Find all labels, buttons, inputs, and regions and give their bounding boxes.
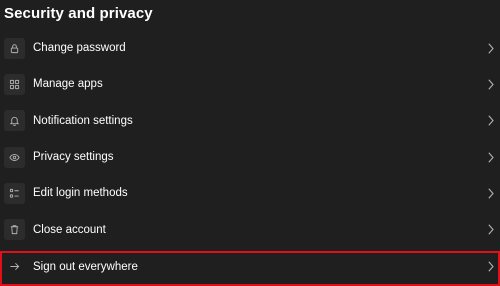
lock-icon <box>4 37 25 59</box>
menu-item-edit-login-methods[interactable]: Edit login methods <box>0 175 500 211</box>
chevron-right-icon <box>487 115 495 127</box>
chevron-right-icon <box>487 187 495 199</box>
menu-item-label: Privacy settings <box>33 151 114 164</box>
apps-grid-icon <box>4 73 25 95</box>
menu-item-label: Change password <box>33 42 126 55</box>
bell-icon <box>4 110 25 132</box>
menu-item-notification-settings[interactable]: Notification settings <box>0 103 500 139</box>
menu-item-label: Close account <box>33 223 106 236</box>
menu-item-privacy-settings[interactable]: Privacy settings <box>0 139 500 175</box>
eye-icon <box>4 146 25 168</box>
chevron-right-icon <box>487 151 495 163</box>
chevron-right-icon <box>487 261 495 273</box>
menu-item-manage-apps[interactable]: Manage apps <box>0 66 500 102</box>
login-methods-icon <box>4 182 25 204</box>
menu-item-close-account[interactable]: Close account <box>0 211 500 247</box>
trash-icon <box>4 219 25 241</box>
security-menu-list: Change password Manage apps Notification… <box>0 30 500 248</box>
menu-item-label: Sign out everywhere <box>33 260 138 273</box>
menu-item-label: Edit login methods <box>33 187 128 200</box>
chevron-right-icon <box>487 42 495 54</box>
chevron-right-icon <box>487 78 495 90</box>
chevron-right-icon <box>487 224 495 236</box>
menu-item-label: Notification settings <box>33 114 133 127</box>
menu-item-sign-out-everywhere[interactable]: Sign out everywhere <box>0 250 500 283</box>
menu-item-change-password[interactable]: Change password <box>0 30 500 66</box>
menu-item-label: Manage apps <box>33 78 103 91</box>
section-title: Security and privacy <box>4 5 153 22</box>
arrow-right-icon <box>4 256 25 277</box>
